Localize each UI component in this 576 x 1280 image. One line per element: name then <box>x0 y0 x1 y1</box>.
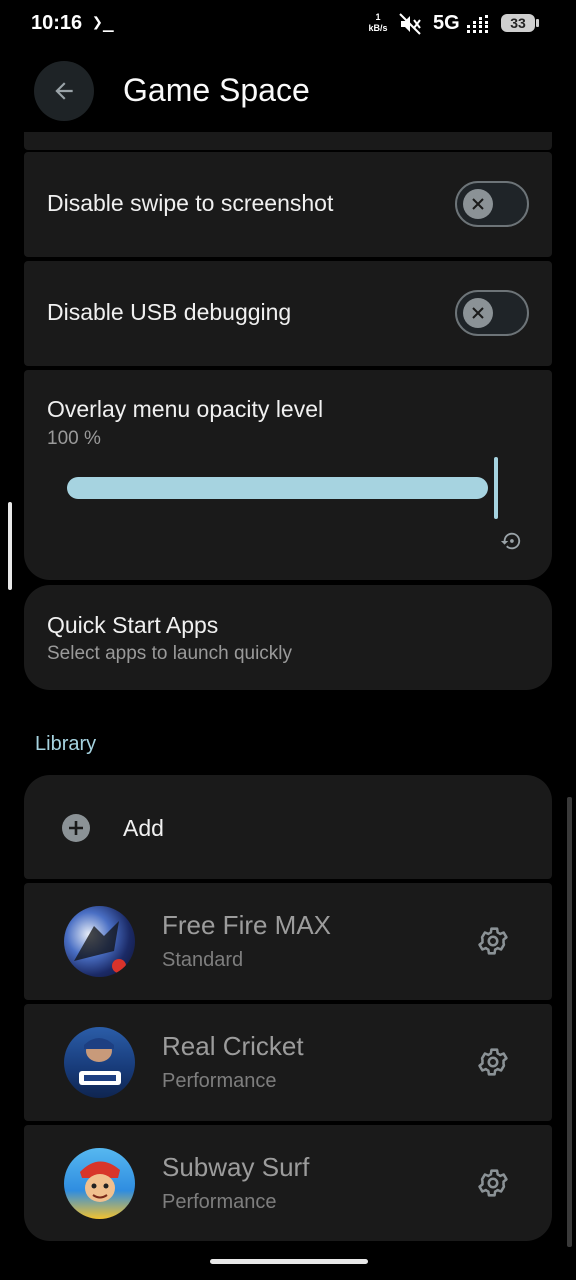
app-mode: Performance <box>162 1070 277 1092</box>
toggle-knob <box>463 189 493 219</box>
opacity-slider-track[interactable] <box>67 477 488 499</box>
reset-icon[interactable] <box>500 530 522 552</box>
app-name: Subway Surf <box>162 1152 310 1182</box>
gear-icon[interactable] <box>476 924 510 958</box>
battery-icon: 33 <box>500 13 540 33</box>
list-item[interactable]: Free Fire MAX Standard <box>24 883 552 1000</box>
free-fire-max-icon <box>64 906 135 977</box>
status-time: 10:16 <box>31 12 83 34</box>
opacity-slider-thumb[interactable] <box>494 457 498 519</box>
overlay-opacity-value: 100 % <box>47 428 101 449</box>
app-name: Free Fire MAX <box>162 910 332 940</box>
close-icon <box>472 198 484 210</box>
swipe-screenshot-row[interactable]: Disable swipe to screenshot <box>24 152 552 257</box>
back-button[interactable] <box>34 61 94 121</box>
overlay-opacity-card: Overlay menu opacity level 100 % <box>24 370 552 580</box>
gear-icon[interactable] <box>476 1045 510 1079</box>
add-label: Add <box>123 815 164 841</box>
swipe-screenshot-label: Disable swipe to screenshot <box>47 190 334 216</box>
network-type: 5G <box>433 12 460 34</box>
scrollbar[interactable] <box>567 797 572 1247</box>
quick-start-title: Quick Start Apps <box>47 612 219 638</box>
library-section-label: Library <box>35 733 97 755</box>
swipe-screenshot-toggle[interactable] <box>455 181 529 227</box>
battery-level: 33 <box>510 15 526 31</box>
add-icon <box>62 814 90 842</box>
toggle-knob <box>463 298 493 328</box>
network-speed-value: 1 <box>375 12 381 22</box>
gear-icon[interactable] <box>476 1166 510 1200</box>
real-cricket-icon <box>64 1027 135 1098</box>
subway-surf-icon <box>64 1148 135 1219</box>
clipped-card <box>24 132 552 150</box>
quick-start-apps-row[interactable]: Quick Start Apps Select apps to launch q… <box>24 585 552 690</box>
usb-debugging-toggle[interactable] <box>455 290 529 336</box>
signal-icon <box>467 15 493 33</box>
terminal-icon: ❯_ <box>92 12 114 33</box>
app-mode: Standard <box>162 949 244 971</box>
left-scroll-indicator[interactable] <box>8 502 12 590</box>
app-name: Real Cricket <box>162 1031 304 1061</box>
app-mode: Performance <box>162 1191 277 1213</box>
arrow-back-icon <box>55 82 73 100</box>
quick-start-subtitle: Select apps to launch quickly <box>47 643 293 664</box>
gesture-nav-handle[interactable] <box>210 1259 368 1264</box>
network-speed-unit: kB/s <box>368 23 388 33</box>
mute-icon <box>398 12 422 36</box>
usb-debugging-row[interactable]: Disable USB debugging <box>24 261 552 366</box>
network-speed: 1 kB/s <box>366 12 390 34</box>
page-title: Game Space <box>123 72 310 108</box>
list-item[interactable]: Subway Surf Performance <box>24 1125 552 1241</box>
add-app-row[interactable]: Add <box>24 775 552 879</box>
list-item[interactable]: Real Cricket Performance <box>24 1004 552 1121</box>
usb-debugging-label: Disable USB debugging <box>47 299 292 325</box>
overlay-opacity-label: Overlay menu opacity level <box>47 396 324 422</box>
close-icon <box>472 307 484 319</box>
